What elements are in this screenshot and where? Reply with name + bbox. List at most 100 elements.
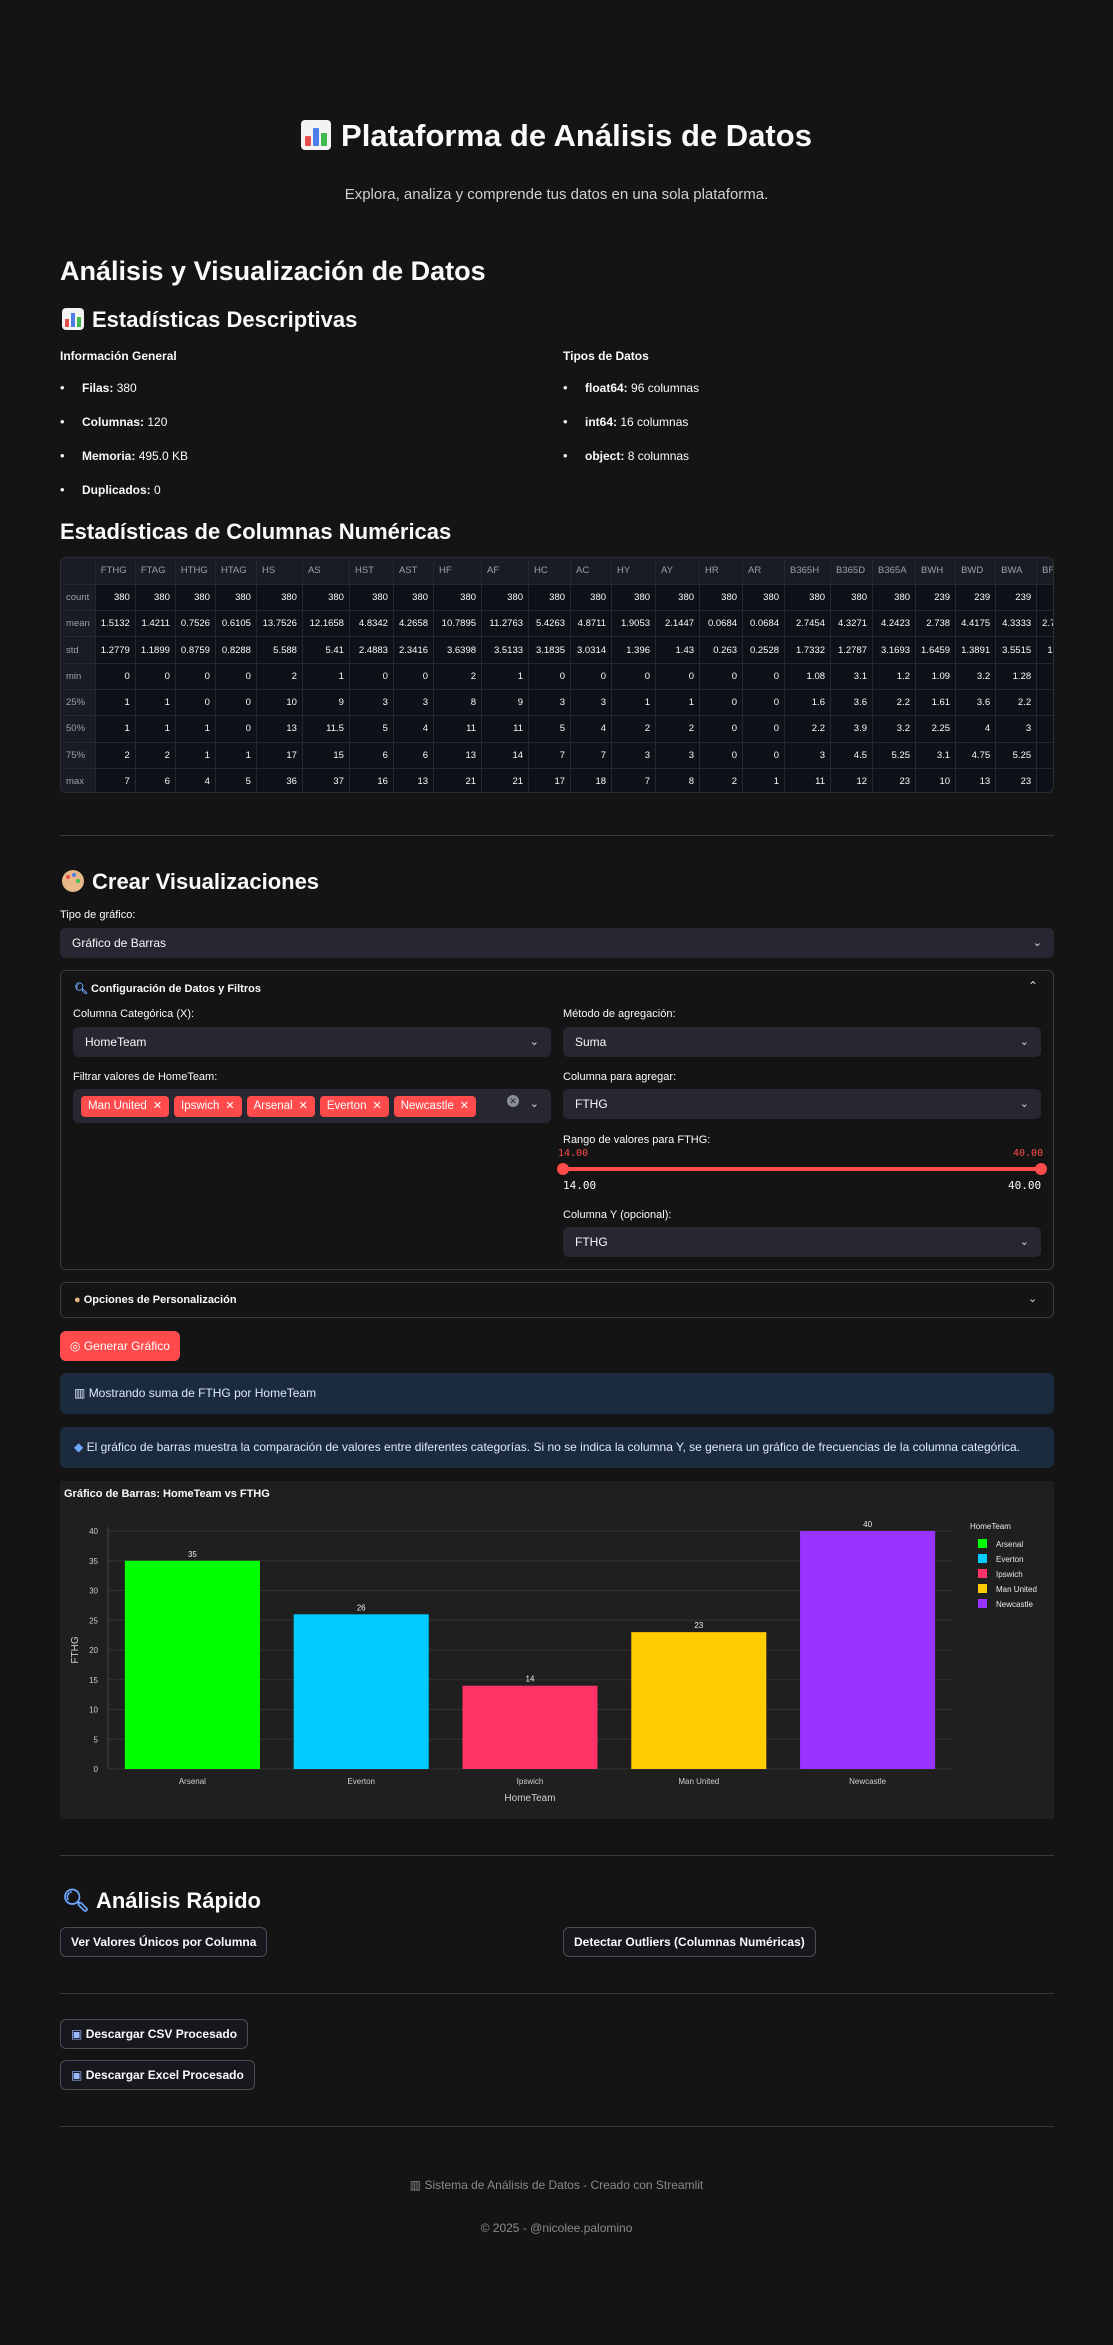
table-cell[interactable]: 13: [393, 768, 435, 792]
table-cell[interactable]: 380: [611, 584, 657, 612]
table-cell[interactable]: 6: [393, 742, 435, 769]
table-cell[interactable]: 4.3333: [995, 610, 1038, 638]
table-cell[interactable]: 5: [215, 768, 257, 792]
table-cell[interactable]: 380: [528, 584, 572, 612]
table-cell[interactable]: 7: [528, 742, 572, 769]
column-header[interactable]: HS: [256, 558, 303, 585]
table-cell[interactable]: 1: [611, 689, 657, 717]
table-cell[interactable]: 13: [433, 742, 483, 769]
table-cell[interactable]: 380: [433, 584, 483, 612]
table-cell[interactable]: 0: [215, 663, 257, 690]
table-cell[interactable]: 0: [699, 715, 744, 743]
table-cell[interactable]: 5.4263: [528, 610, 572, 638]
download-excel-button[interactable]: ▣ Descargar Excel Procesado: [60, 2060, 255, 2090]
table-cell[interactable]: 2: [433, 663, 483, 690]
table-cell[interactable]: 4.4175: [955, 610, 997, 638]
table-cell[interactable]: 3: [784, 742, 832, 769]
table-cell[interactable]: 4: [570, 715, 613, 743]
table-cell[interactable]: 0: [742, 715, 786, 743]
bar-chart[interactable]: Gráfico de Barras: HomeTeam vs FTHG 0 5 10 1…: [60, 1481, 1054, 1819]
table-cell[interactable]: 13.7526: [256, 610, 303, 638]
table-cell[interactable]: 1.7332: [784, 636, 832, 664]
table-cell[interactable]: 4.2423: [872, 610, 917, 638]
table-cell[interactable]: 17: [256, 742, 303, 769]
table-cell[interactable]: 3.6: [830, 689, 874, 717]
download-csv-button[interactable]: ▣ Descargar CSV Procesado: [60, 2019, 249, 2049]
table-cell[interactable]: 0: [215, 715, 257, 743]
table-cell[interactable]: 1: [481, 663, 530, 690]
table-cell[interactable]: 11.5: [302, 715, 350, 743]
table-cell[interactable]: 1.9053: [611, 610, 657, 638]
table-cell[interactable]: 11: [784, 768, 832, 792]
table-cell[interactable]: 1.08: [784, 663, 832, 690]
table-cell[interactable]: 13: [256, 715, 303, 743]
table-cell[interactable]: 380: [742, 584, 786, 612]
table-cell[interactable]: 10: [915, 768, 957, 792]
table-cell[interactable]: 2.25: [915, 715, 957, 743]
table-cell[interactable]: 380: [699, 584, 744, 612]
table-cell[interactable]: 380: [655, 584, 701, 612]
table-cell[interactable]: 9: [481, 689, 530, 717]
table-cell[interactable]: 0: [135, 663, 176, 690]
column-header[interactable]: BWA: [995, 558, 1038, 585]
range-slider-max-handle[interactable]: [1035, 1163, 1047, 1175]
filter-tag[interactable]: Man United ✕: [81, 1096, 170, 1117]
table-cell[interactable]: 1.83: [1036, 636, 1053, 664]
table-cell[interactable]: 1.4211: [135, 610, 176, 638]
table-cell[interactable]: 380: [481, 584, 530, 612]
table-cell[interactable]: 7: [570, 742, 613, 769]
table-cell[interactable]: 4.5: [830, 742, 874, 769]
table-cell[interactable]: 2: [611, 715, 657, 743]
table-cell[interactable]: 380: [349, 584, 394, 612]
column-header[interactable]: AR: [742, 558, 786, 585]
range-slider-track[interactable]: [563, 1167, 1041, 1171]
table-cell[interactable]: 3.5133: [481, 636, 530, 664]
table-cell[interactable]: 2.4883: [349, 636, 394, 664]
table-cell[interactable]: 23: [872, 768, 917, 792]
filter-tag[interactable]: Everton ✕: [319, 1096, 389, 1117]
filter-multiselect[interactable]: Man United ✕ Ipswich ✕ Arsenal ✕ Everton ✕ Newca…: [73, 1089, 551, 1123]
table-cell[interactable]: 2.3416: [393, 636, 435, 664]
column-header[interactable]: AST: [393, 558, 435, 585]
column-header[interactable]: FTAG: [135, 558, 176, 585]
table-cell[interactable]: 0: [393, 663, 435, 690]
table-cell[interactable]: 1: [215, 742, 257, 769]
table-cell[interactable]: 8: [655, 768, 701, 792]
table-cell[interactable]: 0.7526: [175, 610, 216, 638]
table-cell[interactable]: 15: [302, 742, 350, 769]
table-cell[interactable]: 0: [570, 663, 613, 690]
table-cell[interactable]: 3.1693: [872, 636, 917, 664]
table-cell[interactable]: 23: [995, 768, 1038, 792]
table-cell[interactable]: 2.2: [872, 689, 917, 717]
column-header[interactable]: FTHG: [95, 558, 136, 585]
table-cell[interactable]: 0: [655, 663, 701, 690]
table-cell[interactable]: 1: [175, 715, 216, 743]
table-cell[interactable]: 10.7895: [433, 610, 483, 638]
table-cell[interactable]: 3.1835: [528, 636, 572, 664]
table-cell[interactable]: 0.8288: [215, 636, 257, 664]
outliers-button[interactable]: Detectar Outliers (Columnas Numéricas): [563, 1927, 816, 1957]
table-cell[interactable]: 0.8759: [175, 636, 216, 664]
filter-tag[interactable]: Newcastle ✕: [393, 1096, 476, 1117]
column-header[interactable]: AF: [481, 558, 530, 585]
table-cell[interactable]: 9: [302, 689, 350, 717]
table-cell[interactable]: 0.0684: [742, 610, 786, 638]
table-cell[interactable]: 5.25: [995, 742, 1038, 769]
table-cell[interactable]: 18: [570, 768, 613, 792]
table-cell[interactable]: 2.775: [1036, 610, 1053, 638]
table-cell[interactable]: 1.6459: [915, 636, 957, 664]
table-cell[interactable]: 4: [955, 715, 997, 743]
cat-col-select[interactable]: HomeTeam ⌄: [73, 1027, 551, 1057]
table-cell[interactable]: 11.2763: [481, 610, 530, 638]
table-cell[interactable]: 0: [349, 663, 394, 690]
table-cell[interactable]: 1.2779: [95, 636, 136, 664]
table-cell[interactable]: 1.43: [655, 636, 701, 664]
column-header[interactable]: AY: [655, 558, 701, 585]
table-cell[interactable]: 11: [433, 715, 483, 743]
custom-expander-header[interactable]: ● Opciones de Personalización: [74, 1294, 237, 1306]
table-cell[interactable]: 2: [655, 715, 701, 743]
table-cell[interactable]: 3.5515: [995, 636, 1038, 664]
table-cell[interactable]: 380: [256, 584, 303, 612]
table-cell[interactable]: 239: [915, 584, 957, 612]
table-cell[interactable]: 4: [175, 768, 216, 792]
